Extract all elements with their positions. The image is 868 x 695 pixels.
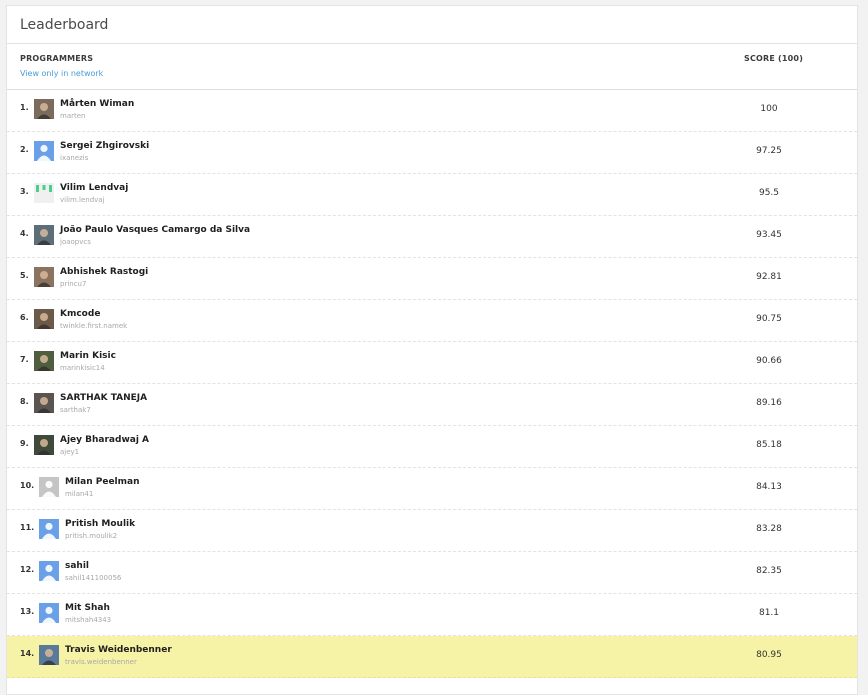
score-value: 89.16	[756, 398, 782, 408]
table-row[interactable]: 13. Mit Shah mitshah4343 81.1	[7, 594, 857, 636]
rank-number: 4.	[20, 229, 29, 238]
score-value: 83.28	[756, 524, 782, 534]
table-row[interactable]: 11. Pritish Moulik pritish.moulik2 83.28	[7, 510, 857, 552]
rank-number: 10.	[20, 481, 35, 490]
view-network-link[interactable]: View only in network	[20, 69, 103, 78]
photo-avatar-icon[interactable]	[34, 435, 54, 455]
score-column-header: SCORE (100)	[744, 54, 804, 63]
score-value: 82.35	[756, 566, 782, 576]
programmer-name[interactable]: Vilim Lendvaj	[60, 183, 128, 193]
table-row[interactable]: 9. Ajey Bharadwaj A ajey1 85.18	[7, 426, 857, 468]
score-value: 90.75	[756, 314, 782, 324]
score-value: 92.81	[756, 272, 782, 282]
default-user-icon[interactable]	[39, 561, 59, 581]
programmer-username: joaopvcs	[60, 238, 91, 246]
rank-number: 5.	[20, 271, 29, 280]
table-row[interactable]: 3. Vilim Lendvaj vilim.lendvaj 95.5	[7, 174, 857, 216]
programmer-username: vilim.lendvaj	[60, 196, 105, 204]
identicon-icon[interactable]	[34, 183, 54, 203]
table-row[interactable]: 5. Abhishek Rastogi princu7 92.81	[7, 258, 857, 300]
default-user-icon[interactable]	[39, 603, 59, 623]
programmer-username: marten	[60, 112, 86, 120]
programmer-username: marinkisic14	[60, 364, 105, 372]
programmer-username: sarthak7	[60, 406, 91, 414]
programmer-username: twinkle.first.namek	[60, 322, 128, 330]
table-row[interactable]: 1. Mårten Wiman marten 100	[7, 90, 857, 132]
programmer-name[interactable]: Abhishek Rastogi	[60, 267, 148, 277]
photo-avatar-icon[interactable]	[34, 309, 54, 329]
rank-number: 13.	[20, 607, 35, 616]
rank-number: 2.	[20, 145, 29, 154]
rank-number: 7.	[20, 355, 29, 364]
photo-avatar-icon[interactable]	[34, 225, 54, 245]
programmer-name[interactable]: Pritish Moulik	[65, 519, 135, 529]
leaderboard-rows: 1. Mårten Wiman marten 100 2. Sergei Zhgirovs…	[7, 90, 857, 694]
gray-user-icon[interactable]	[39, 477, 59, 497]
rank-number: 6.	[20, 313, 29, 322]
programmer-username: travis.weidenbenner	[65, 658, 137, 666]
programmer-username: milan41	[65, 490, 94, 498]
table-row[interactable]: 14. Travis Weidenbenner travis.weidenbenne…	[7, 636, 857, 678]
programmer-username: ajey1	[60, 448, 80, 456]
photo-avatar-icon[interactable]	[39, 645, 59, 665]
score-value: 90.66	[756, 356, 782, 366]
score-value: 95.5	[758, 188, 780, 198]
table-row[interactable]: 12. sahil sahil141100056 82.35	[7, 552, 857, 594]
programmer-username: mitshah4343	[65, 616, 112, 624]
programmer-username: princu7	[60, 280, 87, 288]
leaderboard-header: PROGRAMMERS View only in network SCORE (…	[7, 44, 857, 90]
programmer-name[interactable]: sahil	[65, 561, 89, 571]
rank-number: 11.	[20, 523, 35, 532]
panel-title: Leaderboard	[7, 6, 857, 44]
table-row[interactable]: 8. SARTHAK TANEJA sarthak7 89.16	[7, 384, 857, 426]
programmer-name[interactable]: Ajey Bharadwaj A	[60, 435, 149, 445]
programmer-name[interactable]: Marin Kisic	[60, 351, 116, 361]
score-value: 85.18	[756, 440, 782, 450]
score-value: 93.45	[756, 230, 782, 240]
programmer-username: ixanezis	[60, 154, 89, 162]
score-value: 100	[760, 104, 778, 114]
table-row[interactable]: 7. Marin Kisic marinkisic14 90.66	[7, 342, 857, 384]
programmers-column-header: PROGRAMMERS	[20, 54, 94, 63]
rank-number: 14.	[20, 649, 35, 658]
photo-avatar-icon[interactable]	[34, 99, 54, 119]
programmer-name[interactable]: Milan Peelman	[65, 477, 140, 487]
programmer-name[interactable]: SARTHAK TANEJA	[60, 393, 147, 403]
rank-number: 1.	[20, 103, 29, 112]
table-row[interactable]: 10. Milan Peelman milan41 84.13	[7, 468, 857, 510]
photo-avatar-icon[interactable]	[34, 393, 54, 413]
programmer-username: pritish.moulik2	[65, 532, 118, 540]
programmer-username: sahil141100056	[65, 574, 122, 582]
table-row[interactable]	[7, 678, 857, 694]
programmer-name[interactable]: Kmcode	[60, 309, 100, 319]
rank-number: 9.	[20, 439, 29, 448]
default-user-icon[interactable]	[39, 519, 59, 539]
score-value: 84.13	[756, 482, 782, 492]
programmer-name[interactable]: Mårten Wiman	[60, 99, 134, 109]
table-row[interactable]: 6. Kmcode twinkle.first.namek 90.75	[7, 300, 857, 342]
leaderboard-panel: Leaderboard PROGRAMMERS View only in net…	[6, 5, 858, 695]
score-value: 97.25	[756, 146, 782, 156]
score-value: 80.95	[756, 650, 782, 660]
programmer-name[interactable]: Mit Shah	[65, 603, 110, 613]
programmer-name[interactable]: Travis Weidenbenner	[65, 645, 172, 655]
score-value: 81.1	[758, 608, 780, 618]
programmer-name[interactable]: Sergei Zhgirovski	[60, 141, 149, 151]
photo-avatar-icon[interactable]	[34, 267, 54, 287]
photo-avatar-icon[interactable]	[34, 351, 54, 371]
rank-number: 12.	[20, 565, 35, 574]
rank-number: 8.	[20, 397, 29, 406]
rank-number: 3.	[20, 187, 29, 196]
table-row[interactable]: 2. Sergei Zhgirovski ixanezis 97.25	[7, 132, 857, 174]
programmer-name[interactable]: João Paulo Vasques Camargo da Silva	[60, 225, 250, 235]
default-user-icon[interactable]	[34, 141, 54, 161]
table-row[interactable]: 4. João Paulo Vasques Camargo da Silva joa…	[7, 216, 857, 258]
